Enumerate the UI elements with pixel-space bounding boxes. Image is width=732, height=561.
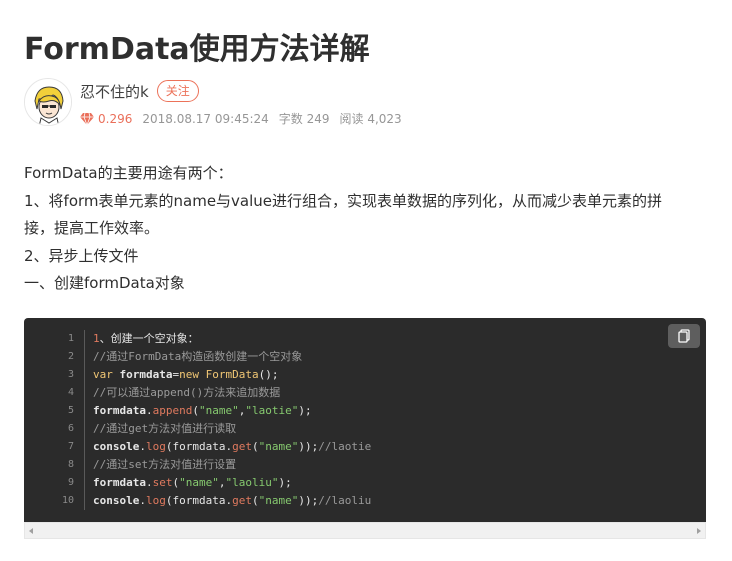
line-number: 6 [67,423,74,434]
code-token: . [145,476,153,489]
code-token: (); [258,368,279,381]
code-token: "name" [258,440,299,453]
code-token: formdata [93,404,146,417]
code-line: //通过FormData构造函数创建一个空对象 [93,348,371,366]
code-line: //通过get方法对值进行读取 [93,420,371,438]
gutter-divider [84,330,85,510]
paragraph: 一、创建formData对象 [24,274,185,292]
code-token: //laoliu [318,494,372,507]
diamond-icon [80,112,94,125]
code-token: append [152,404,193,417]
code-token: )); [298,494,319,507]
code-token: "name" [179,476,219,489]
code-token: ( [251,494,259,507]
line-number: 4 [67,387,74,398]
code-token: ); [298,404,312,417]
paragraph: 2、异步上传文件 [24,246,139,265]
author-row: 忍不住的k 关注 [80,80,199,102]
code-token: set [152,476,173,489]
code-token: console [93,494,140,507]
line-number: 3 [67,369,74,380]
article-body: FormData的主要用途有两个： 1、将form表单元素的name与value… [24,160,708,298]
horizontal-scrollbar[interactable] [24,522,706,539]
code-line: console.log(formdata.get("name"));//laol… [93,492,371,510]
code-token: "laoliu" [225,476,279,489]
code-token: )); [298,440,319,453]
author-avatar[interactable] [24,78,72,126]
code-token: log [145,494,166,507]
code-token: console [93,440,140,453]
code-line: //通过set方法对值进行设置 [93,456,371,474]
score-value: 0.296 [98,111,133,126]
copy-button[interactable] [668,324,700,348]
line-number: 2 [67,351,74,362]
article-title: FormData使用方法详解 [24,32,370,67]
code-line: //可以通过append()方法来追加数据 [93,384,371,402]
code-token: (formdata. [165,494,233,507]
paragraph: FormData的主要用途有两个： [24,164,233,182]
code-block: 1 2 3 4 5 6 7 8 9 10 1、创建一个空对象：//通过FormData构造函数创建… [24,318,706,522]
line-number: 10 [61,495,74,506]
code-token: 、创建一个空对象： [99,332,199,345]
code-token: ); [278,476,292,489]
code-token: ( [251,440,259,453]
word-count: 字数 249 [278,112,330,126]
code-token: . [145,404,153,417]
code-token: //通过set方法对值进行设置 [93,458,237,471]
line-number: 5 [67,405,74,416]
code-token: //可以通过append()方法来追加数据 [93,386,281,399]
code-line: formdata.append("name","laotie"); [93,402,371,420]
code-token: . [139,440,146,453]
code-token: var [93,368,120,381]
publish-date: 2018.08.17 09:45:24 [142,111,269,126]
scroll-left-arrow-icon[interactable] [29,528,33,534]
code-token: 1 [93,332,100,345]
code-line: var formdata=new FormData(); [93,366,371,384]
line-number: 9 [67,477,74,488]
code-token: log [145,440,166,453]
code-token: "laotie" [245,404,299,417]
code-token: get [232,494,252,507]
code-token: (formdata. [165,440,233,453]
code-line: 1、创建一个空对象： [93,330,371,348]
code-token: FormData [205,368,259,381]
scroll-right-arrow-icon[interactable] [697,528,701,534]
paragraph: 1、将form表单元素的name与value进行组合，实现表单数据的序列化，从而… [24,191,663,210]
code-token: //laotie [318,440,372,453]
line-number: 1 [67,333,74,344]
cartoon-avatar-icon [25,79,71,125]
read-count: 阅读 4,023 [339,112,402,126]
code-token: . [139,494,146,507]
code-token: formdata [119,368,173,381]
code-token: "name" [198,404,239,417]
code-line: formdata.set("name","laoliu"); [93,474,371,492]
code-token: ( [192,404,199,417]
line-number-gutter: 1 2 3 4 5 6 7 8 9 10 [24,330,80,510]
article-meta: 0.296 2018.08.17 09:45:24 字数 249 阅读 4,02… [80,110,402,127]
code-token: "name" [258,494,299,507]
code-token: new [179,368,206,381]
author-name[interactable]: 忍不住的k [80,81,149,102]
code-token: get [232,440,252,453]
paragraph: 接，提高工作效率。 [24,219,160,237]
line-number: 8 [67,459,74,470]
code-lines[interactable]: 1、创建一个空对象： //通过FormData构造函数创建一个空对象 var for… [93,330,371,510]
follow-button[interactable]: 关注 [156,80,199,102]
copy-icon [678,329,690,343]
code-token: //通过FormData构造函数创建一个空对象 [93,350,303,363]
code-token: formdata [93,476,146,489]
code-line: console.log(formdata.get("name"));//laot… [93,438,371,456]
code-token: //通过get方法对值进行读取 [93,422,237,435]
line-number: 7 [67,441,74,452]
